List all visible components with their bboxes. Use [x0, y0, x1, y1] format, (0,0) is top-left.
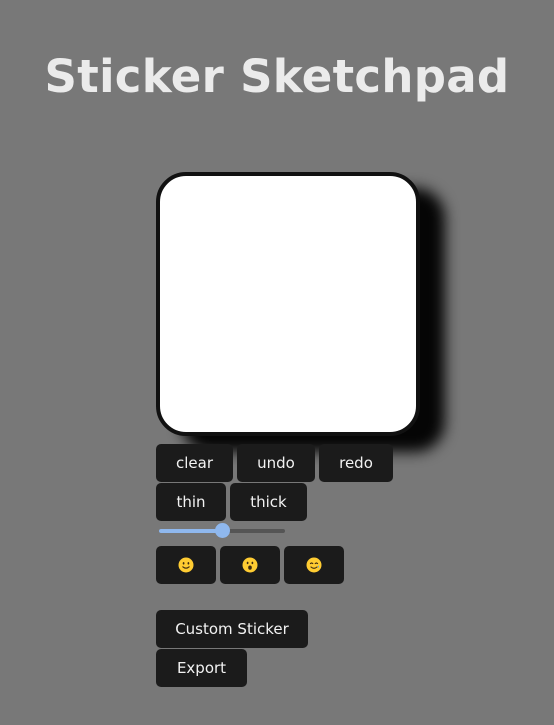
surprised-face-icon — [242, 557, 258, 572]
app-title: Sticker Sketchpad — [44, 50, 510, 103]
drawing-canvas[interactable] — [156, 172, 420, 436]
smiling-face-with-tear-icon — [306, 557, 322, 572]
thick-button[interactable]: thick — [230, 483, 307, 521]
redo-button[interactable]: redo — [319, 444, 393, 482]
sticker-button-surprised[interactable] — [220, 546, 280, 584]
export-button[interactable]: Export — [156, 649, 247, 687]
custom-sticker-button[interactable]: Custom Sticker — [156, 610, 308, 648]
sticker-button-tear[interactable] — [284, 546, 344, 584]
thin-button[interactable]: thin — [156, 483, 226, 521]
brush-size-slider[interactable] — [159, 523, 287, 539]
slider-thumb[interactable] — [215, 523, 230, 538]
sticker-button-smile[interactable] — [156, 546, 216, 584]
slightly-smiling-face-icon — [178, 557, 194, 572]
undo-button[interactable]: undo — [237, 444, 315, 482]
clear-button[interactable]: clear — [156, 444, 233, 482]
slider-fill — [159, 529, 222, 533]
